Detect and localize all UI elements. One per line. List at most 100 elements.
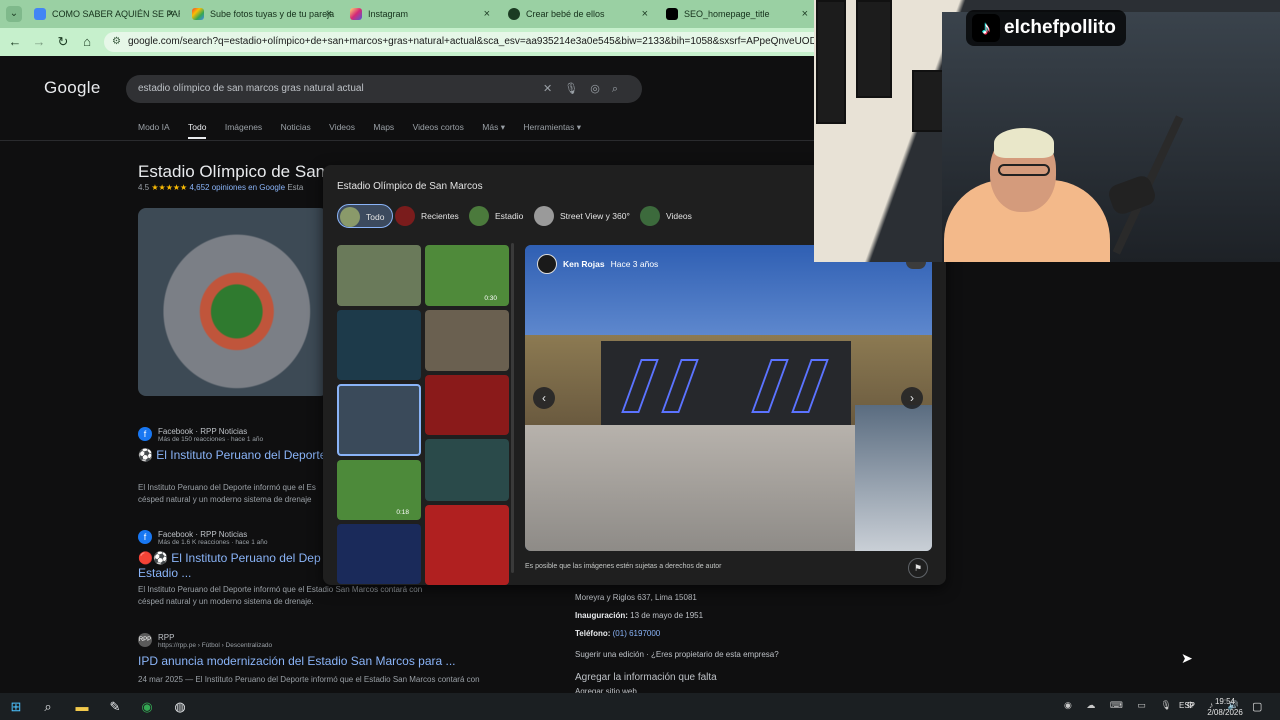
rating-value: 4.5 — [138, 183, 150, 192]
stadium-photo[interactable] — [138, 208, 328, 396]
file-explorer-icon[interactable]: ▬ — [72, 697, 92, 717]
tab-title: Sube fotos tuyas y de tu pareja — [210, 9, 335, 19]
clock-time: 19:54 — [1214, 697, 1236, 706]
tab-4[interactable]: SEO_homepage_title × — [658, 3, 814, 25]
lens-icon[interactable]: ◎ — [590, 83, 612, 95]
stage-led — [621, 359, 659, 413]
nav-videos-cortos[interactable]: Videos cortos — [413, 122, 464, 132]
image-thumbnail[interactable] — [337, 524, 421, 584]
knowledge-panel-title: Estadio Olímpico de San — [138, 162, 326, 181]
chip-videos[interactable]: Videos — [638, 204, 700, 228]
nav-herramientas[interactable]: Herramientas ▾ — [523, 122, 581, 133]
image-thumbnail[interactable] — [337, 245, 421, 306]
close-icon[interactable]: × — [802, 3, 808, 25]
viewer-title: Estadio Olímpico de San Marcos — [337, 181, 483, 192]
facebook-icon: f — [138, 530, 152, 544]
tiktok-handle-badge: ♪ elchefpollito — [966, 10, 1126, 46]
image-author[interactable]: Ken Rojas Hace 3 años — [537, 254, 658, 274]
image-thumbnail[interactable] — [337, 310, 421, 380]
nav-mas[interactable]: Más ▾ — [482, 122, 505, 133]
nav-maps[interactable]: Maps — [373, 122, 394, 132]
chip-thumbnail — [395, 206, 415, 226]
gemini-icon — [192, 8, 204, 20]
address-bar[interactable]: ⚙ google.com/search?q=estadio+olímpico+d… — [104, 32, 824, 52]
url-text: google.com/search?q=estadio+olímpico+de+… — [128, 36, 824, 47]
search-icon[interactable]: ⌕ — [38, 697, 58, 717]
google-logo[interactable]: Google — [44, 78, 101, 98]
suggest-edit-link[interactable]: Sugerir una edición · ¿Eres propietario … — [575, 650, 779, 659]
video-thumbnail[interactable]: 0:18 — [337, 460, 421, 520]
place-type: Esta — [287, 183, 304, 192]
preview-stage — [601, 341, 851, 437]
copyright-notice: Es posible que las imágenes estén sujeta… — [525, 563, 722, 570]
star-rating-icon: ★★★★★ — [151, 183, 188, 192]
tab-3[interactable]: Crear bebé de ellos × — [500, 3, 654, 25]
chip-street-view[interactable]: Street View y 360° — [532, 204, 638, 228]
chip-recientes[interactable]: Recientes — [393, 204, 467, 228]
nav-noticias[interactable]: Noticias — [281, 122, 311, 132]
site-info-icon[interactable]: ⚙ — [112, 32, 121, 52]
nav-todo[interactable]: Todo — [188, 122, 207, 139]
nav-imagenes[interactable]: Imágenes — [225, 122, 262, 132]
poster-frame — [856, 0, 892, 98]
close-icon[interactable]: × — [642, 3, 648, 25]
nav-videos[interactable]: Videos — [329, 122, 355, 132]
chevron-left-icon[interactable]: ‹ — [533, 387, 555, 409]
flag-icon[interactable]: ⚑ — [908, 558, 928, 578]
chip-todo[interactable]: Todo — [337, 204, 394, 228]
rating-row: 4.5 ★★★★★ 4,652 opiniones en Google Esta — [138, 183, 303, 192]
reviews-link[interactable]: 4,652 opiniones en Google — [189, 183, 285, 192]
home-icon[interactable]: ⌂ — [78, 33, 96, 51]
result-source[interactable]: RPP RPP — [138, 633, 558, 647]
image-preview[interactable]: Ken Rojas Hace 3 años ‹ › — [525, 245, 932, 551]
image-thumbnail-selected[interactable] — [337, 384, 421, 456]
tiktok-icon — [666, 8, 678, 20]
tab-0[interactable]: COMO SABER AQUIÉN SE PAR × — [26, 3, 180, 25]
image-thumbnail[interactable] — [425, 505, 509, 585]
image-thumbnail[interactable] — [425, 375, 509, 435]
result-title[interactable]: IPD anuncia modernización del Estadio Sa… — [138, 654, 558, 668]
clock[interactable]: 19:54 2/08/2026 — [1203, 696, 1247, 718]
thumbnail-scrollbar[interactable] — [511, 243, 514, 573]
nav-mode-ia[interactable]: Modo IA — [138, 122, 170, 132]
clock-date: 2/08/2026 — [1207, 708, 1243, 717]
divider — [0, 140, 814, 141]
streamer-hair — [994, 128, 1054, 158]
chip-estadio[interactable]: Estadio — [467, 204, 531, 228]
close-icon[interactable]: × — [326, 3, 332, 25]
language-indicator[interactable]: ESP — [1179, 701, 1195, 710]
rpp-icon: RPP — [138, 633, 152, 647]
reload-icon[interactable]: ↻ — [54, 33, 72, 51]
notifications-icon[interactable]: ▢ — [1252, 700, 1262, 713]
tiktok-logo-icon: ♪ — [972, 14, 1000, 42]
back-icon[interactable]: ← — [6, 33, 24, 51]
chip-thumbnail — [534, 206, 554, 226]
forward-icon[interactable]: → — [30, 33, 48, 51]
voice-search-icon[interactable]: 🎙 — [564, 83, 590, 95]
poster-frame — [816, 0, 846, 124]
result-meta: https://rpp.pe › Fútbol › Descentralizad… — [158, 642, 273, 649]
tab-search-icon[interactable]: ⌄ — [6, 6, 22, 22]
preview-stands-right — [855, 405, 932, 551]
search-input[interactable]: estadio olímpico de san marcos gras natu… — [126, 75, 642, 103]
clear-icon[interactable]: ✕ — [543, 83, 564, 95]
close-icon[interactable]: × — [484, 3, 490, 25]
tab-title: Crear bebé de ellos — [526, 9, 605, 19]
google-icon — [34, 8, 46, 20]
tab-title: SEO_homepage_title — [684, 9, 770, 19]
app-icon[interactable]: ✎ — [105, 697, 125, 717]
chrome-icon[interactable]: ◉ — [137, 697, 157, 717]
tab-title: Instagram — [368, 9, 409, 19]
windows-start-icon[interactable]: ⊞ — [6, 697, 26, 717]
video-thumbnail[interactable]: 0:30 — [425, 245, 509, 306]
obs-icon[interactable]: ◍ — [170, 697, 190, 717]
tab-2[interactable]: Instagram × — [342, 3, 496, 25]
tab-1[interactable]: Sube fotos tuyas y de tu pareja × — [184, 3, 338, 25]
close-icon[interactable]: × — [168, 3, 174, 25]
chevron-right-icon[interactable]: › — [901, 387, 923, 409]
image-thumbnail[interactable] — [425, 310, 509, 371]
chatgpt-icon — [508, 8, 520, 20]
image-thumbnail[interactable] — [425, 439, 509, 501]
chip-thumbnail — [640, 206, 660, 226]
search-icon[interactable]: ⌕ — [612, 83, 630, 95]
